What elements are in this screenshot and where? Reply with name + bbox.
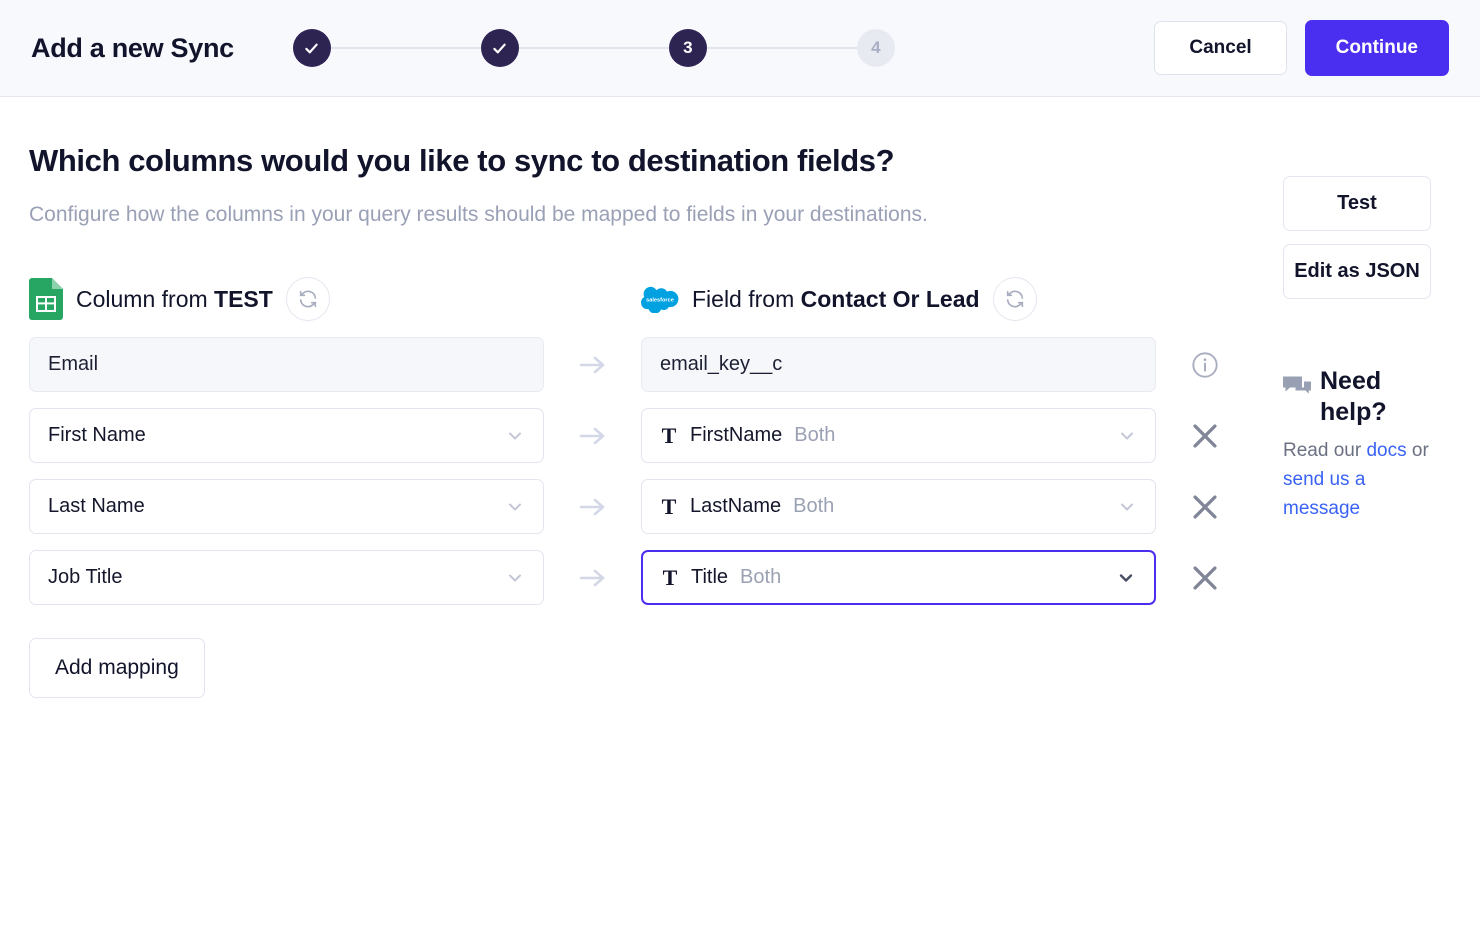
help-lead: Read our [1283,440,1366,461]
destination-refresh-button[interactable] [993,277,1037,321]
main-content: Which columns would you like to sync to … [0,97,1283,698]
chat-bubble-icon [1283,375,1311,401]
destination-field-meta: Both [794,424,835,447]
close-icon[interactable] [1188,561,1222,595]
right-rail: Test Edit as JSON Need help? Read our do… [1283,97,1480,698]
cancel-button[interactable]: Cancel [1154,21,1286,75]
step-connector-3 [707,47,857,49]
send-message-link[interactable]: send us a message [1283,469,1365,519]
destination-field-select-firstname[interactable]: T FirstName Both [641,408,1156,463]
step-connector-2 [519,47,669,49]
destination-field-value: LastName [690,495,781,518]
check-icon [303,40,320,57]
arrow-right-icon [577,496,609,518]
source-field-select-first-name[interactable]: First Name [29,408,544,463]
source-column-prefix: Column from [76,286,214,312]
source-field-email: Email [29,337,544,392]
destination-column-prefix: Field from [692,286,801,312]
table-row: Job Title T Title Both [29,550,1283,605]
help-block: Need help? Read our docs or send us a me… [1283,366,1433,524]
chevron-down-icon [1116,568,1136,588]
mapping-arrow-cell [544,425,641,447]
svg-text:salesforce: salesforce [646,297,674,303]
destination-field-select-lastname[interactable]: T LastName Both [641,479,1156,534]
row-end-cell [1156,561,1253,595]
add-mapping-button[interactable]: Add mapping [29,638,205,698]
table-row: Last Name T LastName Both [29,479,1283,534]
help-middle: or [1407,440,1429,461]
destination-field-value: Title [691,566,728,589]
text-type-icon: T [660,423,678,449]
test-button[interactable]: Test [1283,176,1431,231]
destination-field-email-key: email_key__c [641,337,1156,392]
refresh-icon [1004,288,1026,310]
mapping-arrow-cell [544,567,641,589]
row-end-cell [1156,490,1253,524]
destination-field-value: FirstName [690,424,782,447]
google-sheets-icon [29,278,63,320]
edit-as-json-button[interactable]: Edit as JSON [1283,244,1431,299]
arrow-right-icon [577,425,609,447]
table-row: Email email_key__c [29,337,1283,392]
destination-column-header: salesforce Field from Contact Or Lead [641,277,1037,321]
chevron-down-icon [1117,426,1137,446]
docs-link[interactable]: docs [1366,440,1406,461]
continue-button[interactable]: Continue [1305,20,1449,76]
refresh-icon [297,288,319,310]
source-field-select-job-title[interactable]: Job Title [29,550,544,605]
destination-field-content: T FirstName Both [660,423,835,449]
step-3[interactable]: 3 [669,29,707,67]
help-text: Read our docs or send us a message [1283,436,1433,524]
text-type-icon: T [661,565,679,591]
mapping-column-headers: Column from TEST salesforce Field from C… [29,277,1283,321]
wizard-stepper: 3 4 [293,29,895,67]
destination-field-meta: Both [740,566,781,589]
chevron-down-icon [505,426,525,446]
destination-column-label: Field from Contact Or Lead [692,286,980,313]
wizard-title: Add a new Sync [31,33,234,64]
source-field-value: First Name [48,424,146,447]
wizard-body: Which columns would you like to sync to … [0,97,1480,698]
salesforce-icon: salesforce [641,286,679,313]
source-column-name: TEST [214,286,273,312]
destination-field-content: T LastName Both [660,494,834,520]
info-icon[interactable] [1191,351,1219,379]
arrow-right-icon [577,567,609,589]
step-2[interactable] [481,29,519,67]
row-end-cell [1156,419,1253,453]
mapping-arrow-cell [544,354,641,376]
header-actions: Cancel Continue [1154,20,1449,76]
close-icon[interactable] [1188,490,1222,524]
mapping-arrow-cell [544,496,641,518]
destination-field-meta: Both [793,495,834,518]
source-field-select-last-name[interactable]: Last Name [29,479,544,534]
table-row: First Name T FirstName Both [29,408,1283,463]
step-4[interactable]: 4 [857,29,895,67]
help-title: Need help? [1320,366,1433,429]
destination-field-select-title[interactable]: T Title Both [641,550,1156,605]
text-type-icon: T [660,494,678,520]
page-subtitle: Configure how the columns in your query … [29,197,1139,233]
destination-field-content: T Title Both [661,565,781,591]
destination-column-name: Contact Or Lead [801,286,980,312]
step-connector-1 [331,47,481,49]
wizard-header: Add a new Sync 3 4 Cancel Continue [0,0,1480,97]
source-field-value: Last Name [48,495,145,518]
step-1[interactable] [293,29,331,67]
source-field-value: Job Title [48,566,122,589]
check-icon [491,40,508,57]
row-end-cell [1156,351,1253,379]
arrow-right-icon [577,354,609,376]
source-column-label: Column from TEST [76,286,273,313]
help-header: Need help? [1283,366,1433,429]
chevron-down-icon [505,497,525,517]
source-refresh-button[interactable] [286,277,330,321]
chevron-down-icon [1117,497,1137,517]
close-icon[interactable] [1188,419,1222,453]
chevron-down-icon [505,568,525,588]
page-title: Which columns would you like to sync to … [29,144,1283,178]
source-column-header: Column from TEST [29,277,641,321]
